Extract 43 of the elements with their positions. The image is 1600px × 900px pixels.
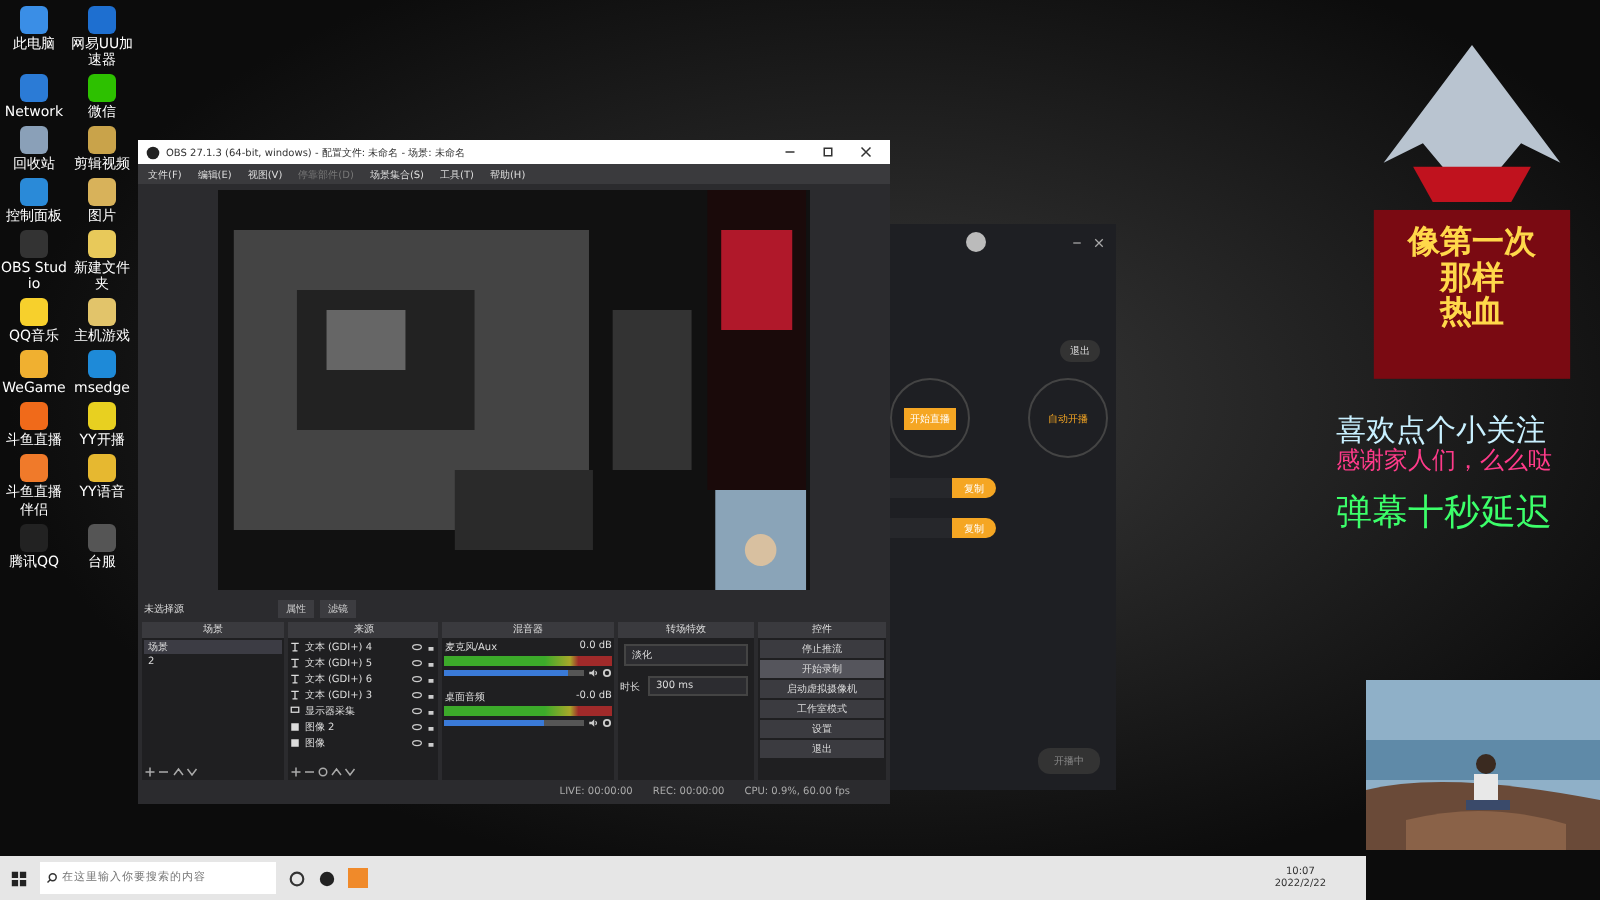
text-cursor-icon [290,690,301,700]
app-icon[interactable] [20,178,48,207]
app-icon[interactable] [20,454,48,483]
text-cursor-icon [290,674,301,684]
text-field[interactable] [890,518,952,538]
circle-icon[interactable] [288,869,306,887]
app-icon[interactable] [20,350,48,379]
minimize-button[interactable] [1072,237,1082,247]
app-logo-icon [146,145,160,159]
gear-icon[interactable] [601,668,612,678]
app-icon[interactable] [88,402,116,431]
overlay-text: 喜欢点个小关注 [1336,414,1548,447]
slogan-text: 热血 [1440,294,1504,330]
gear-icon[interactable] [601,718,612,728]
close-button[interactable] [860,146,872,158]
slogan-text: 像第一次 [1408,224,1536,260]
avatar-icon[interactable] [966,232,986,252]
speaker-icon[interactable] [587,718,598,728]
speaker-icon[interactable] [587,668,598,678]
monitor-icon [290,706,301,716]
app-icon[interactable] [88,230,116,259]
overlay-text: 弹幕十秒延迟 [1336,493,1552,533]
app-icon[interactable] [20,126,48,155]
app-icon[interactable] [20,402,48,431]
close-button[interactable] [1094,237,1104,247]
slogan-text: 那样 [1440,259,1504,295]
maximize-button[interactable] [822,146,834,158]
minimize-button[interactable] [784,146,796,158]
app-icon[interactable] [88,298,116,327]
volume-slider[interactable] [444,720,584,726]
app-icon[interactable] [20,6,48,34]
windows-start-icon[interactable] [10,869,28,887]
overlay-text: 感谢家人们，么么哒 [1336,447,1552,474]
app-icon[interactable] [88,74,116,103]
app-icon[interactable] [88,126,116,155]
app-logo-icon[interactable] [318,869,336,887]
search-icon [46,872,58,884]
text-cursor-icon [290,642,301,652]
app-icon[interactable] [88,454,116,483]
text-cursor-icon [290,658,301,668]
app-icon[interactable] [20,298,48,327]
app-icon[interactable] [88,178,116,207]
text-field[interactable] [890,478,952,498]
